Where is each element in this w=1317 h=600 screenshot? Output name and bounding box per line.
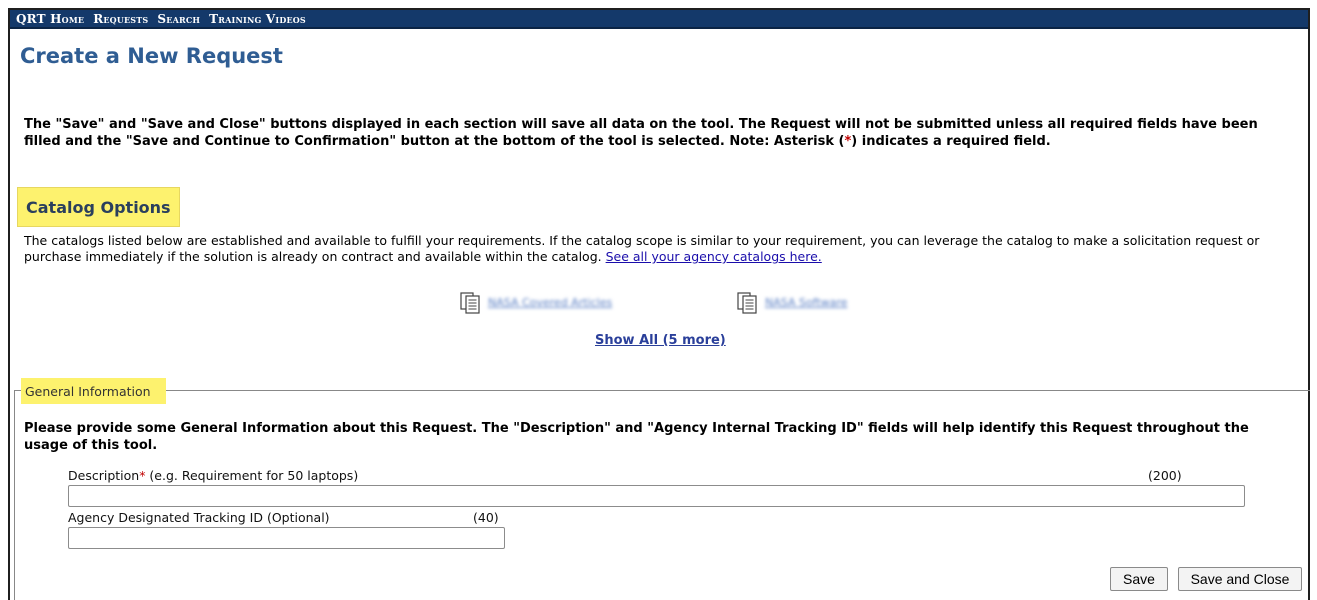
tracking-id-input[interactable] bbox=[68, 527, 505, 549]
show-all-catalogs-link[interactable]: Show All (5 more) bbox=[595, 333, 726, 348]
general-information-legend: General Information bbox=[21, 378, 166, 404]
page-title: Create a New Request bbox=[20, 44, 283, 68]
catalog-item-label: NASA Covered Articles bbox=[488, 295, 613, 309]
catalog-description: The catalogs listed below are establishe… bbox=[24, 233, 1309, 265]
catalog-item-label: NASA Software bbox=[765, 295, 848, 309]
catalog-options-heading: Catalog Options bbox=[17, 187, 180, 227]
document-icon bbox=[737, 292, 757, 314]
fieldset-border-left bbox=[14, 390, 21, 391]
intro-text-part2: ) indicates a required field. bbox=[851, 134, 1051, 149]
description-hint: (e.g. Requirement for 50 laptops) bbox=[145, 468, 359, 483]
nav-search[interactable]: Search bbox=[157, 12, 200, 26]
description-label: Description* (e.g. Requirement for 50 la… bbox=[68, 468, 358, 483]
save-button[interactable]: Save bbox=[1110, 567, 1168, 591]
nav-qrt-home[interactable]: QRT Home bbox=[16, 12, 84, 26]
general-information-text: Please provide some General Information … bbox=[24, 421, 1249, 453]
catalog-item-nasa-covered-articles[interactable]: NASA Covered Articles bbox=[460, 290, 612, 314]
see-all-catalogs-link[interactable]: See all your agency catalogs here. bbox=[606, 249, 822, 264]
description-label-text: Description bbox=[68, 468, 140, 483]
description-char-counter: (200) bbox=[1148, 468, 1182, 483]
fieldset-border-top bbox=[166, 390, 1310, 391]
description-input[interactable] bbox=[68, 485, 1245, 507]
top-nav-bar: QRT Home Requests Search Training Videos bbox=[10, 10, 1308, 29]
catalog-item-nasa-software[interactable]: NASA Software bbox=[737, 290, 847, 314]
save-and-close-button[interactable]: Save and Close bbox=[1178, 567, 1302, 591]
nav-requests[interactable]: Requests bbox=[93, 12, 148, 26]
document-icon bbox=[460, 292, 480, 314]
intro-text-part1: The "Save" and "Save and Close" buttons … bbox=[24, 117, 1258, 149]
fieldset-border-vertical bbox=[14, 390, 15, 600]
nav-training-videos[interactable]: Training Videos bbox=[209, 12, 306, 26]
intro-text: The "Save" and "Save and Close" buttons … bbox=[24, 116, 1294, 150]
tracking-id-label: Agency Designated Tracking ID (Optional) bbox=[68, 510, 330, 525]
tracking-id-char-counter: (40) bbox=[473, 510, 499, 525]
